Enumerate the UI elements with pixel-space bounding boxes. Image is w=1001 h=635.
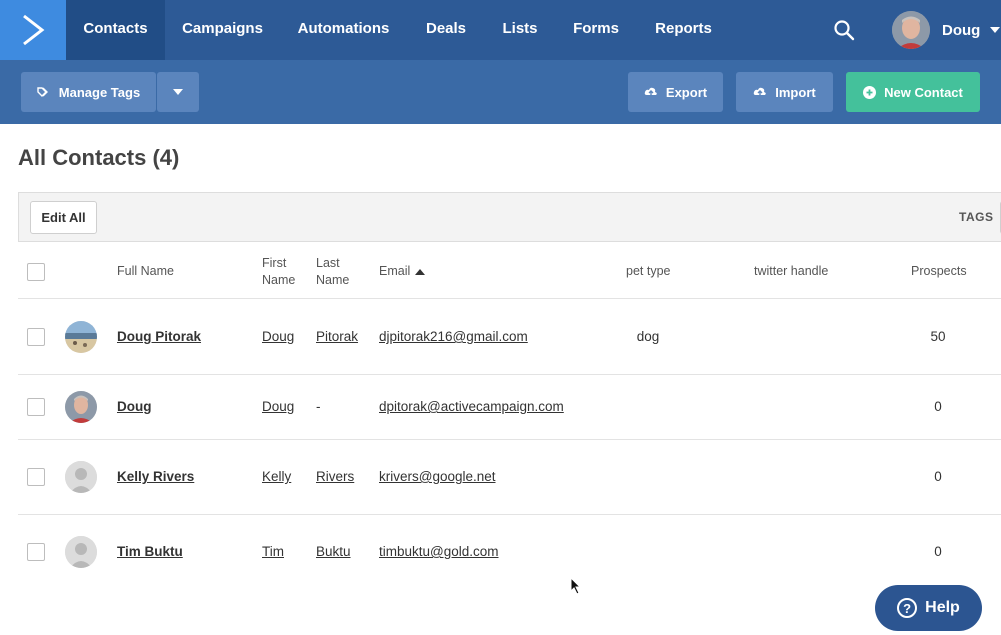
cloud-upload-icon [644, 86, 658, 98]
divider [18, 439, 1001, 440]
sort-ascending-icon [415, 268, 426, 275]
row-checkbox[interactable] [27, 398, 45, 416]
contact-full-name-link[interactable]: Doug Pitorak [117, 329, 201, 344]
chevron-logo-icon [23, 14, 45, 46]
contact-last-name-link[interactable]: Buktu [316, 544, 351, 559]
chevron-down-icon [173, 89, 183, 95]
contact-last-name-link[interactable]: Rivers [316, 469, 354, 484]
export-button[interactable]: Export [628, 72, 723, 112]
avatar [65, 391, 97, 423]
header-full-name[interactable]: Full Name [117, 263, 174, 280]
divider [18, 298, 1001, 299]
contact-last-name: - [316, 399, 321, 414]
contact-last-name-link[interactable]: Pitorak [316, 329, 358, 344]
header-email-label: Email [379, 264, 411, 278]
nav-deals[interactable]: Deals [407, 0, 485, 60]
row-checkbox[interactable] [27, 543, 45, 561]
cloud-upload-icon [753, 86, 767, 98]
nav-automations[interactable]: Automations [280, 0, 407, 60]
top-nav: Contacts Campaigns Automations Deals Lis… [0, 0, 1001, 60]
contact-full-name-link[interactable]: Tim Buktu [117, 544, 183, 559]
import-label: Import [775, 84, 816, 100]
nav-reports[interactable]: Reports [637, 0, 730, 60]
filter-bar: Edit All TAGS [18, 192, 1001, 242]
header-prospects[interactable]: Prospects [911, 263, 967, 280]
mouse-cursor-icon [570, 577, 582, 595]
contact-first-name-link[interactable]: Tim [262, 544, 284, 559]
import-button[interactable]: Import [736, 72, 833, 112]
plus-circle-icon [863, 85, 877, 99]
tags-icon [37, 87, 51, 97]
nav-lists[interactable]: Lists [485, 0, 555, 60]
contact-first-name-link[interactable]: Doug [262, 329, 294, 344]
page-title: All Contacts (4) [18, 145, 180, 170]
help-button[interactable]: ? Help [875, 585, 982, 631]
nav-forms[interactable]: Forms [555, 0, 637, 60]
divider [18, 374, 1001, 375]
default-user-icon [65, 536, 97, 568]
contact-prospects: 50 [930, 329, 946, 344]
header-pet-type[interactable]: pet type [626, 263, 670, 280]
chevron-down-icon [990, 27, 1001, 33]
contact-email-link[interactable]: dpitorak@activecampaign.com [379, 399, 564, 414]
header-last-name[interactable]: Last Name [316, 255, 349, 289]
contact-full-name-link[interactable]: Kelly Rivers [117, 469, 194, 484]
row-checkbox[interactable] [27, 468, 45, 486]
new-contact-label: New Contact [884, 84, 963, 100]
help-label: Help [925, 599, 960, 616]
activecampaign-logo[interactable] [0, 0, 66, 60]
divider [18, 514, 1001, 515]
select-all-checkbox[interactable] [27, 263, 45, 281]
manage-tags-button[interactable]: Manage Tags [21, 72, 156, 112]
default-user-icon [65, 461, 97, 493]
avatar [65, 461, 97, 493]
contact-email-link[interactable]: timbuktu@gold.com [379, 544, 499, 559]
contact-prospects: 0 [934, 469, 942, 484]
contact-pet-type: dog [636, 329, 660, 344]
contact-prospects: 0 [934, 399, 942, 414]
header-email[interactable]: Email [379, 263, 426, 280]
tags-label: TAGS [959, 210, 994, 224]
row-checkbox[interactable] [27, 328, 45, 346]
contact-prospects: 0 [934, 544, 942, 559]
nav-contacts[interactable]: Contacts [66, 0, 165, 60]
search-button[interactable] [828, 14, 860, 46]
contact-first-name-link[interactable]: Kelly [262, 469, 291, 484]
user-menu[interactable]: Doug [892, 10, 1001, 50]
manage-tags-dropdown-button[interactable] [157, 72, 199, 112]
search-icon [834, 20, 855, 41]
user-avatar [892, 11, 930, 49]
avatar [65, 321, 97, 353]
contact-full-name-link[interactable]: Doug [117, 399, 152, 414]
header-last-name-line2: Name [316, 273, 350, 287]
contact-email-link[interactable]: krivers@google.net [379, 469, 496, 484]
toolbar: Manage Tags Export Import New Contact [0, 60, 1001, 124]
header-first-name-line1: First [262, 256, 287, 270]
nav-campaigns[interactable]: Campaigns [165, 0, 280, 60]
header-first-name-line2: Name [262, 273, 296, 287]
edit-all-button[interactable]: Edit All [30, 201, 97, 234]
avatar [65, 536, 97, 568]
contact-first-name-link[interactable]: Doug [262, 399, 294, 414]
export-label: Export [665, 84, 708, 100]
new-contact-button[interactable]: New Contact [846, 72, 980, 112]
question-icon: ? [897, 598, 918, 618]
user-name: Doug [942, 21, 981, 39]
header-twitter-handle[interactable]: twitter handle [754, 263, 828, 280]
manage-tags-label: Manage Tags [58, 84, 141, 100]
header-first-name[interactable]: First Name [262, 255, 295, 289]
header-last-name-line1: Last [316, 256, 340, 270]
contact-email-link[interactable]: djpitorak216@gmail.com [379, 329, 528, 344]
